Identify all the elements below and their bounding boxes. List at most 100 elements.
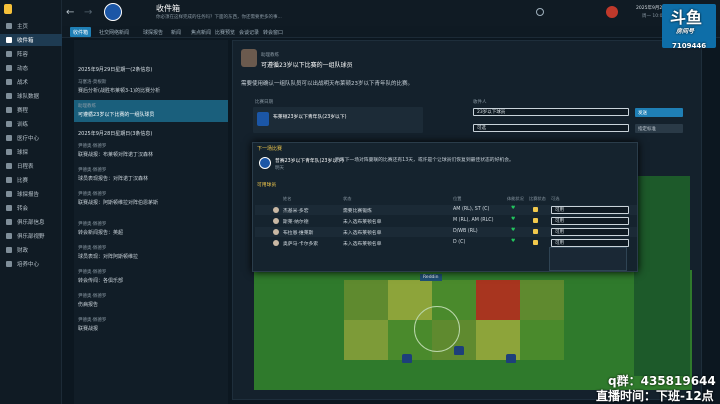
message-sender: 尹德奥·佩德罗 — [78, 294, 107, 299]
sidebar-item-label: 培养中心 — [17, 262, 40, 268]
nav-icon — [6, 261, 12, 267]
player-shirt[interactable] — [506, 354, 516, 363]
sidebar-item-label: 球探报告 — [17, 192, 40, 198]
table-row[interactable]: 布拉恩·维莱斯 未入选布莱顿名单 D/WB (RL) ♥ 可用 — [255, 227, 637, 237]
inbox-message[interactable]: 助理教练 可遵循23岁以下比赛的一组队球员 — [74, 100, 228, 122]
message-sender: 尹德奥·佩德罗 — [78, 192, 107, 197]
forward-button[interactable]: → — [84, 7, 96, 19]
message-title: 转会传闻：各俱乐部 — [78, 278, 124, 284]
back-button[interactable]: ← — [66, 7, 78, 19]
sidebar-item[interactable]: 收件箱 — [0, 34, 62, 46]
nav-icon — [6, 121, 12, 127]
sidebar-item[interactable]: 财政 — [0, 244, 62, 256]
club-crest — [4, 4, 12, 14]
inbox-message[interactable]: 尹德奥·佩德罗 联赛战报 — [74, 314, 228, 336]
sidebar-item[interactable]: 俱乐部信息 — [0, 216, 62, 228]
sidebar-item[interactable]: 球队数据 — [0, 90, 62, 102]
match-fitness-icon — [533, 218, 538, 223]
availability-select[interactable]: 可用 — [551, 206, 629, 214]
inbox-message[interactable]: 尹德奥·佩德罗转会新闻报告：英超 — [74, 218, 228, 240]
player-shirt[interactable] — [454, 346, 464, 355]
inbox-message[interactable]: 尹德奥·佩德罗 联赛战报：阿斯顿维拉对阵伯恩茅斯 — [74, 188, 228, 210]
sidebar-item[interactable]: 比赛 — [0, 174, 62, 186]
sidebar-item[interactable]: 训练 — [0, 118, 62, 130]
nav-icon — [6, 23, 12, 29]
player-shirt[interactable] — [402, 354, 412, 363]
fm-badge[interactable] — [606, 6, 618, 18]
sidebar-item[interactable]: 阵容 — [0, 48, 62, 60]
col-fitness: 体能状况 — [507, 196, 524, 201]
nav-icon — [6, 135, 12, 141]
inbox-message[interactable]: 尹德奥·佩德罗 转会传闻：各俱乐部 — [74, 266, 228, 288]
tab[interactable]: 新闻 — [168, 27, 184, 37]
inbox-message[interactable]: 尹德奥·佩德罗 球员表现：对阵阿斯顿维拉 — [74, 242, 228, 264]
inbox-message[interactable]: 尹德奥·佩德罗 联赛战报：布莱顿对阵诺丁汉森林 — [74, 140, 228, 162]
availability-select[interactable]: 可用 — [551, 217, 629, 225]
tab[interactable]: 焦点新闻 — [188, 27, 214, 37]
tab[interactable]: 会谈记录 — [236, 27, 262, 37]
message-title: 转会新闻报告：英超 — [78, 230, 124, 236]
live-time: 直播时间：下班-12点 — [596, 389, 714, 403]
logo-text: 斗鱼 — [670, 8, 703, 27]
col-option: 可选 — [551, 196, 560, 201]
page-title: 收件箱 — [156, 4, 180, 13]
inbox-message[interactable]: 马塞洛·莫根斯 赛后分析(战胜布莱顿3-1)的比赛分析 — [74, 76, 228, 98]
nav-icon — [6, 37, 12, 43]
sidebar-item[interactable]: 俱乐部视野 — [0, 230, 62, 242]
sidebar-item[interactable]: 战术 — [0, 76, 62, 88]
table-row[interactable]: 斯莱·纳尔德 未入选布莱顿名单 M (RL), AM (RLC) ♥ 可用 — [255, 216, 637, 226]
available-players-label: 可用球员 — [257, 183, 277, 188]
sidebar-item-label: 日程表 — [17, 164, 34, 170]
col-match-fitness: 比赛状态 — [529, 196, 546, 201]
sidebar-item-label: 动态 — [17, 66, 29, 72]
room-id: 7109446 — [672, 42, 707, 50]
criteria-button[interactable]: 指定标准 — [635, 124, 683, 133]
tab[interactable]: 比赛预览 — [212, 27, 238, 37]
tab[interactable]: 社交网络新闻 — [96, 27, 132, 37]
match-fitness-icon — [533, 240, 538, 245]
message-title: 联赛战报：布莱顿对阵诺丁汉森林 — [78, 152, 154, 158]
inbox-message[interactable]: 尹德奥·佩德罗 伤病报告 — [74, 290, 228, 312]
match-fitness-icon — [533, 207, 538, 212]
availability-select[interactable]: 可用 — [551, 239, 629, 247]
message-title: 球员表现：对阵阿斯顿维拉 — [78, 254, 139, 260]
player-avatar — [273, 218, 279, 224]
mode-select[interactable]: 可选 — [473, 124, 629, 132]
pitch-zone — [476, 280, 520, 320]
recipient-select[interactable]: 23岁以下球员 — [473, 108, 629, 116]
pitch-zone — [520, 320, 564, 360]
sidebar-item[interactable]: 赛程 — [0, 104, 62, 116]
sidebar-item[interactable]: 主页 — [0, 20, 62, 32]
tab[interactable]: 收件箱 — [70, 27, 92, 37]
col-position: 位置 — [453, 196, 462, 201]
col-status: 状态 — [343, 196, 352, 201]
message-sender: 尹德奥·佩德罗 — [78, 222, 107, 227]
page-subtitle: 你必须在这样完成的任务吗？下面的东西，你还需要更多的事... — [156, 15, 282, 20]
send-button[interactable]: 发送 — [635, 108, 683, 117]
dialog-crest — [259, 157, 271, 169]
inbox-message[interactable]: 尹德奥·佩德罗 球员表现报告：对阵诺丁汉森林 — [74, 164, 228, 186]
sidebar-item[interactable]: 球探报告 — [0, 188, 62, 200]
sidebar-item[interactable]: 培养中心 — [0, 258, 62, 270]
sidebar-item-label: 球探 — [17, 150, 29, 156]
sidebar-item[interactable]: 医疗中心 — [0, 132, 62, 144]
message-title: 赛后分析(战胜布莱顿3-1)的比赛分析 — [78, 88, 161, 94]
nav-icon — [6, 93, 12, 99]
sidebar-item[interactable]: 转会 — [0, 202, 62, 214]
table-row[interactable]: 杰基米·多宏 需要比赛锻炼 AM (RL), ST (C) ♥ 可用 — [255, 205, 637, 215]
club-logo[interactable] — [104, 3, 122, 21]
dropdown-menu[interactable] — [549, 247, 627, 271]
availability-select[interactable]: 可用 — [551, 228, 629, 236]
sidebar-item[interactable]: 动态 — [0, 62, 62, 74]
tab[interactable]: 转会窗口 — [260, 27, 286, 37]
sidebar-item[interactable]: 球探 — [0, 146, 62, 158]
sidebar-item[interactable]: 日程表 — [0, 160, 62, 172]
inbox-list: 2025年9月29日星期一(2条信息) 马塞洛·莫根斯 赛后分析(战胜布莱顿3-1)… — [74, 40, 228, 404]
match-box[interactable]: 布莱顿23岁以下青年队(23岁以下) — [253, 107, 423, 133]
search-icon[interactable] — [536, 8, 544, 16]
message-subject: 可遵循23岁以下比赛的一组队球员 — [261, 62, 353, 69]
nav-icon — [6, 79, 12, 85]
tab[interactable]: 球探报告 — [140, 27, 166, 37]
table-header: 姓名 状态 位置 体能状况 比赛状态 可选 — [255, 195, 637, 203]
nav-icon — [6, 191, 12, 197]
